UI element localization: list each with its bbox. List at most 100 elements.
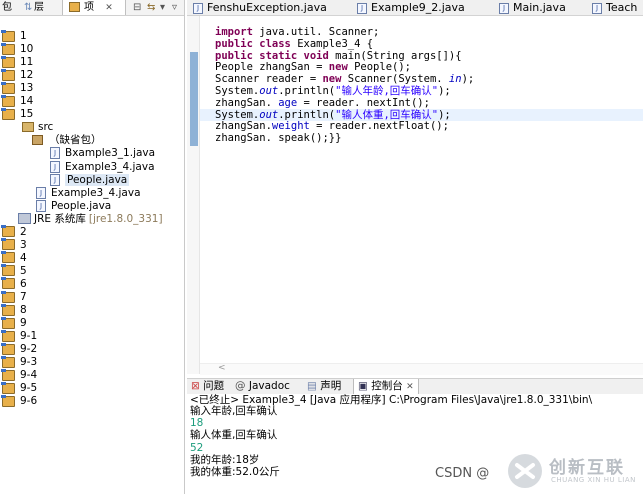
tree-item-label: 9-2 [20,343,38,356]
brand-name: 创新互联 [549,458,625,478]
tree-item-label: 2 [20,225,27,238]
tab-console-label: 控制台 [371,380,403,392]
collapse-all-icon[interactable]: ⊟ [133,0,141,15]
tree-item-file[interactable]: J Example3_4.java [36,186,141,200]
code-token: class [259,37,291,50]
tree-item-jre[interactable]: JRE 系统库 [jre1.8.0_331] [18,213,163,226]
tree-item-file[interactable]: J Bxample3_1.java [50,147,155,160]
tree-item-label: src [38,121,54,134]
tree-item-project[interactable]: 13 [1,81,33,95]
project-folder-icon [1,225,15,238]
java-file-icon: J [50,160,60,173]
code-token: new [322,73,342,86]
tree-item-project[interactable]: 9-5 [1,381,37,395]
code-line: public class Example3_4 { [215,38,373,50]
tab-hierarchy[interactable]: 层 [34,0,44,15]
change-marker [190,52,198,146]
declaration-icon: ▤ [307,380,317,392]
tree-item-project[interactable]: 2 [1,225,27,239]
tree-item-label: 15 [20,108,34,121]
tree-item-project[interactable]: 9-2 [1,342,38,356]
horizontal-scrollbar[interactable]: < [200,363,643,375]
project-folder-icon [1,381,15,394]
code-editor[interactable]: import java.util. Scanner; public class E… [200,16,643,374]
tree-item-project[interactable]: 9-4 [1,368,37,382]
tree-item-label: 9-6 [20,395,38,408]
code-token: .println( [278,108,336,121]
scroll-left-icon[interactable]: < [218,363,226,373]
project-folder-icon [1,94,15,107]
code-token: "输人体重,回车确认" [335,108,439,121]
tab-project-active[interactable]: 项 ✕ [62,0,126,15]
code-token: weight [271,120,310,133]
project-folder-icon [1,290,15,303]
code-token: java.util. Scanner; [252,26,380,38]
code-line: import java.util. Scanner; [215,26,379,38]
tree-item-project[interactable]: 1 [1,29,27,43]
tree-item-label: 10 [20,43,34,56]
tree-item-suffix: [jre1.8.0_331] [88,212,163,225]
tree-item-project[interactable]: 11 [1,55,33,69]
tree-item-label: 14 [20,95,34,108]
editor-tab-bar: J FenshuException.java J Example9_2.java J… [187,0,643,16]
tree-item-project[interactable]: 15 [1,107,34,121]
java-file-icon: J [499,2,509,14]
tree-item-project[interactable]: 10 [1,42,34,56]
tree-item-project[interactable]: 7 [1,290,27,304]
link-editor-icon[interactable]: ⇆ [147,0,155,15]
close-icon[interactable]: ✕ [105,3,113,13]
close-icon[interactable]: ✕ [406,382,414,392]
source-folder-icon [22,122,34,133]
code-token: ); [438,108,451,121]
tree-item-project[interactable]: 9 [1,316,27,330]
tree-item-project[interactable]: 6 [1,277,27,291]
tree-item-project[interactable]: 9-1 [1,329,37,343]
code-token: out [259,85,279,97]
tree-item-file[interactable]: J Example3_4.java [50,160,155,174]
tree-item-project[interactable]: 3 [1,238,27,252]
brand-watermark: 创新互联 CHUANG XIN HU LIAN [505,450,641,492]
project-folder-icon [1,55,15,68]
code-token: age [278,96,298,109]
tree-item-project[interactable]: 8 [1,303,27,317]
editor-tab-teach[interactable]: J Teach [592,0,637,15]
tree-item-package[interactable]: （缺省包） [32,134,102,147]
filter-icon[interactable]: ▾ [160,0,165,15]
tree-item-file[interactable]: J People.java [50,173,130,187]
tree-item-project[interactable]: 12 [1,68,33,82]
project-folder-icon [1,316,15,329]
tree-item-label: People.java [51,199,112,212]
editor-tab-example9-2[interactable]: J Example9_2.java [357,0,465,15]
tree-item-project[interactable]: 5 [1,264,27,278]
code-token: System. [215,108,260,121]
tab-problems-label: 问题 [203,380,225,392]
brand-logo-icon [508,454,542,488]
tree-item-project[interactable]: 9-3 [1,355,38,369]
code-token: = reader.nextFloat(); [309,120,449,133]
tree-item-label: 9-3 [20,356,38,369]
editor-tab-fenshuexception[interactable]: J FenshuException.java [193,0,327,15]
tree-item-file[interactable]: J People.java [36,199,112,213]
tree-item-project[interactable]: 14 [1,94,34,108]
project-folder-icon [1,42,15,55]
tab-declaration[interactable]: ▤ 声明 [307,379,341,394]
tree-item-label: Example3_4.java [51,186,141,199]
tree-item-project[interactable]: 4 [1,251,27,265]
project-folder-icon [1,264,15,277]
code-token: public [215,49,253,62]
tab-package[interactable]: 包 [2,0,12,15]
tree-item-project[interactable]: 9-6 [1,394,38,408]
tab-problems[interactable]: ⊠ 问题 [191,379,224,394]
tab-javadoc[interactable]: @ Javadoc [235,379,290,394]
java-file-icon: J [36,186,46,199]
project-folder-icon [1,394,15,407]
editor-tab-main[interactable]: J Main.java [499,0,566,15]
editor-tab-label: Teach [606,1,638,14]
code-token: zhangSan. [215,120,272,133]
code-token: static [259,49,298,62]
view-menu-icon[interactable]: ▿ [172,0,177,15]
tree-item-src[interactable]: src [22,121,53,134]
editor-tab-label: FenshuException.java [207,1,327,14]
tab-console[interactable]: ▣ 控制台 ✕ [353,379,419,394]
tab-declaration-label: 声明 [320,380,342,392]
